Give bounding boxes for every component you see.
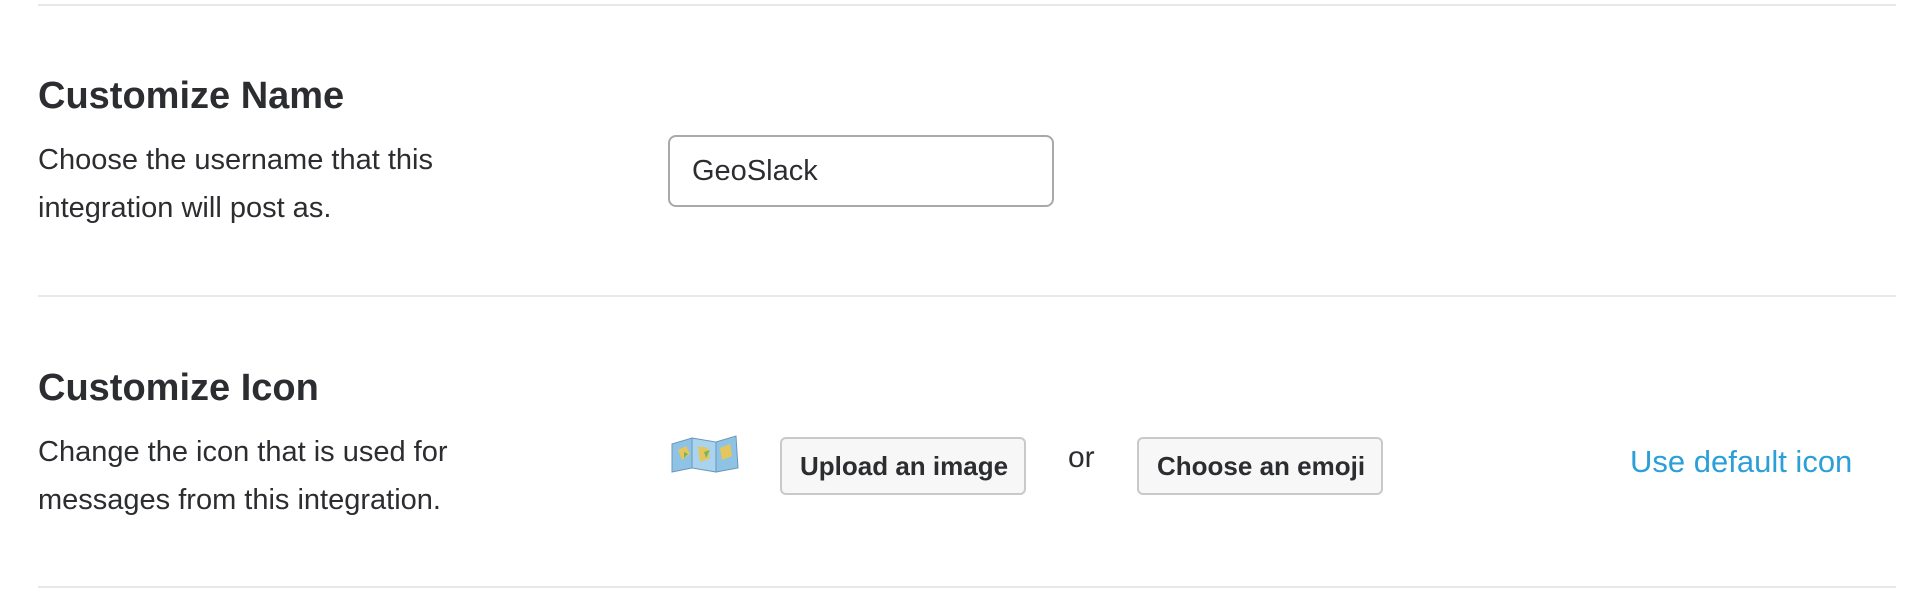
bottom-divider xyxy=(38,586,1896,588)
middle-divider xyxy=(38,295,1896,297)
use-default-icon-link[interactable]: Use default icon xyxy=(1630,440,1852,484)
customize-name-description: Choose the username that this integratio… xyxy=(38,144,433,224)
choose-emoji-button[interactable]: Choose an emoji xyxy=(1137,437,1383,495)
customize-icon-description: Change the icon that is used for message… xyxy=(38,436,448,516)
world-map-icon xyxy=(670,434,740,474)
or-separator: or xyxy=(1068,441,1095,474)
upload-image-button[interactable]: Upload an image xyxy=(780,437,1026,495)
customize-icon-title: Customize Icon xyxy=(38,367,319,409)
username-input[interactable] xyxy=(668,135,1054,207)
top-divider xyxy=(38,4,1896,6)
customize-name-title: Customize Name xyxy=(38,75,345,117)
